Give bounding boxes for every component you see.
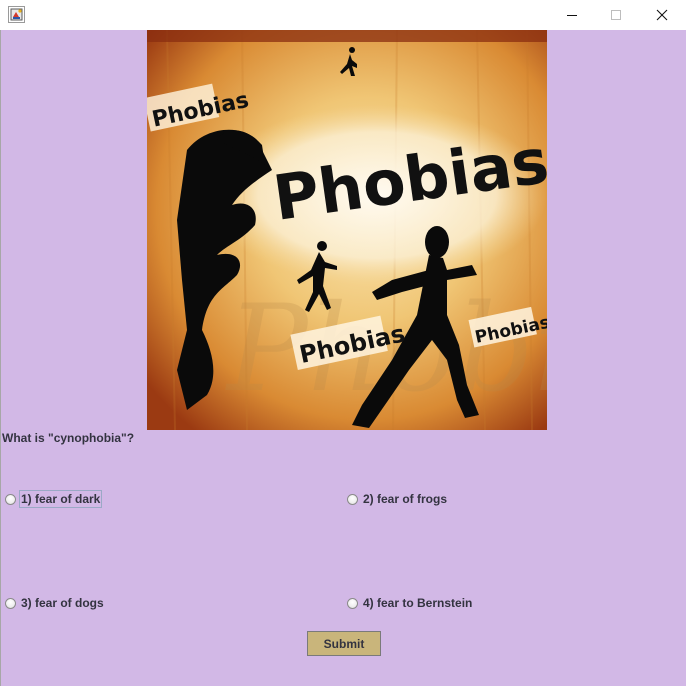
- radio-button-2[interactable]: [347, 493, 358, 505]
- answer-option-3[interactable]: 3) fear of dogs: [5, 593, 105, 613]
- radio-button-3[interactable]: [5, 597, 16, 609]
- answer-option-2[interactable]: 2) fear of frogs: [347, 489, 448, 509]
- radio-button-4[interactable]: [347, 597, 358, 609]
- maximize-button[interactable]: [593, 0, 639, 30]
- radio-button-1[interactable]: [5, 493, 16, 505]
- answer-option-4[interactable]: 4) fear to Bernstein: [347, 593, 473, 613]
- answer-label-1[interactable]: 1) fear of dark: [18, 490, 103, 508]
- quiz-window: Phobias Phobias Phobias Phobias What is …: [0, 0, 686, 686]
- close-button[interactable]: [639, 0, 685, 30]
- answer-label-4[interactable]: 4) fear to Bernstein: [362, 595, 473, 611]
- phobias-image: Phobias Phobias Phobias Phobias: [147, 30, 547, 430]
- quiz-content: Phobias Phobias Phobias Phobias What is …: [0, 30, 686, 686]
- answer-label-3[interactable]: 3) fear of dogs: [20, 595, 105, 611]
- close-icon: [656, 9, 668, 21]
- java-cup-icon: [8, 6, 25, 23]
- minimize-button[interactable]: [549, 0, 595, 30]
- answer-label-2[interactable]: 2) fear of frogs: [362, 491, 448, 507]
- minimize-icon: [567, 15, 577, 16]
- answer-option-1[interactable]: 1) fear of dark: [5, 489, 103, 509]
- title-bar: [0, 0, 686, 30]
- submit-button[interactable]: Submit: [307, 631, 381, 656]
- maximize-icon: [611, 10, 621, 20]
- question-text: What is "cynophobia"?: [2, 431, 135, 445]
